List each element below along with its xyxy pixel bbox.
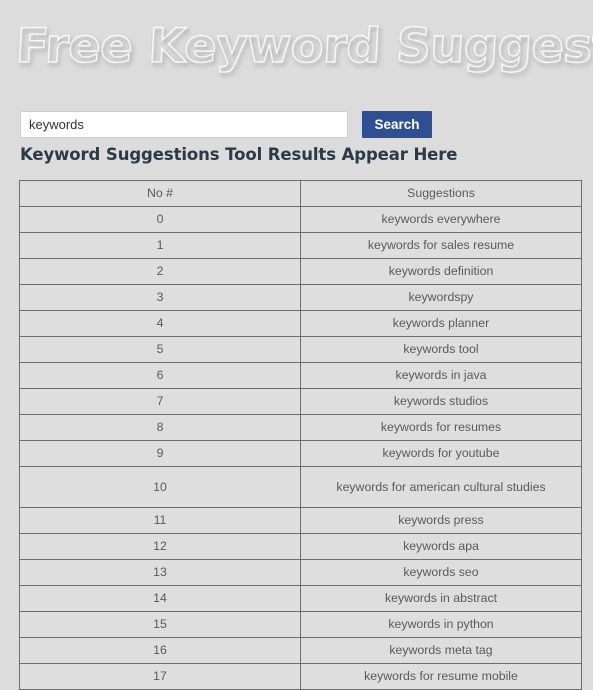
results-table-container: No # Suggestions 0 keywords everywhere 1 ke… (19, 180, 582, 690)
cell-no: 12 (19, 533, 301, 560)
cell-suggestion: keywords in java (300, 362, 582, 389)
cell-suggestion: keywords press (300, 507, 582, 534)
table-row: 10 keywords for american cultural studies (19, 466, 582, 508)
table-row: 1 keywords for sales resume (19, 232, 582, 259)
table-row: 5 keywords tool (19, 336, 582, 363)
results-heading: Keyword Suggestions Tool Results Appear … (20, 145, 458, 164)
table-row: 0 keywords everywhere (19, 206, 582, 233)
page-banner: Free Keyword Suggestions Tool! (0, 0, 593, 96)
results-table: No # Suggestions 0 keywords everywhere 1 ke… (19, 180, 582, 690)
column-header-no: No # (19, 180, 301, 207)
search-form: Search (20, 111, 432, 138)
cell-no: 2 (19, 258, 301, 285)
cell-suggestion: keywords for resume mobile (300, 663, 582, 690)
table-row: 12 keywords apa (19, 533, 582, 560)
cell-suggestion: keywords apa (300, 533, 582, 560)
column-header-suggestions: Suggestions (300, 180, 582, 207)
cell-suggestion: keywords tool (300, 336, 582, 363)
cell-no: 3 (19, 284, 301, 311)
table-row: 4 keywords planner (19, 310, 582, 337)
search-button[interactable]: Search (362, 111, 432, 138)
table-row: 16 keywords meta tag (19, 637, 582, 664)
cell-no: 13 (19, 559, 301, 586)
table-row: 8 keywords for resumes (19, 414, 582, 441)
cell-no: 1 (19, 232, 301, 259)
table-row: 7 keywords studios (19, 388, 582, 415)
cell-no: 17 (19, 663, 301, 690)
cell-suggestion: keywords in abstract (300, 585, 582, 612)
cell-no: 15 (19, 611, 301, 638)
table-row: 14 keywords in abstract (19, 585, 582, 612)
table-row: 3 keywordspy (19, 284, 582, 311)
cell-no: 9 (19, 440, 301, 467)
cell-suggestion: keywords seo (300, 559, 582, 586)
cell-no: 16 (19, 637, 301, 664)
cell-no: 0 (19, 206, 301, 233)
page-title: Free Keyword Suggestions Tool! (14, 18, 593, 75)
cell-suggestion: keywords studios (300, 388, 582, 415)
cell-suggestion: keywords in python (300, 611, 582, 638)
search-input[interactable] (20, 111, 348, 138)
table-row: 13 keywords seo (19, 559, 582, 586)
table-body: 0 keywords everywhere 1 keywords for sales … (19, 206, 582, 690)
cell-suggestion: keywords for sales resume (300, 232, 582, 259)
cell-suggestion: keywords for american cultural studies (300, 466, 582, 508)
cell-no: 11 (19, 507, 301, 534)
table-row: 6 keywords in java (19, 362, 582, 389)
table-row: 9 keywords for youtube (19, 440, 582, 467)
cell-suggestion: keywords for resumes (300, 414, 582, 441)
cell-suggestion: keywords everywhere (300, 206, 582, 233)
table-header: No # Suggestions (19, 180, 582, 207)
cell-no: 5 (19, 336, 301, 363)
table-header-row: No # Suggestions (19, 180, 582, 207)
cell-no: 4 (19, 310, 301, 337)
table-row: 2 keywords definition (19, 258, 582, 285)
cell-suggestion: keywords meta tag (300, 637, 582, 664)
table-row: 17 keywords for resume mobile (19, 663, 582, 690)
cell-suggestion: keywords planner (300, 310, 582, 337)
cell-suggestion: keywordspy (300, 284, 582, 311)
table-row: 11 keywords press (19, 507, 582, 534)
cell-no: 10 (19, 466, 301, 508)
cell-suggestion: keywords for youtube (300, 440, 582, 467)
cell-no: 14 (19, 585, 301, 612)
table-row: 15 keywords in python (19, 611, 582, 638)
cell-no: 8 (19, 414, 301, 441)
cell-no: 7 (19, 388, 301, 415)
cell-no: 6 (19, 362, 301, 389)
cell-suggestion: keywords definition (300, 258, 582, 285)
